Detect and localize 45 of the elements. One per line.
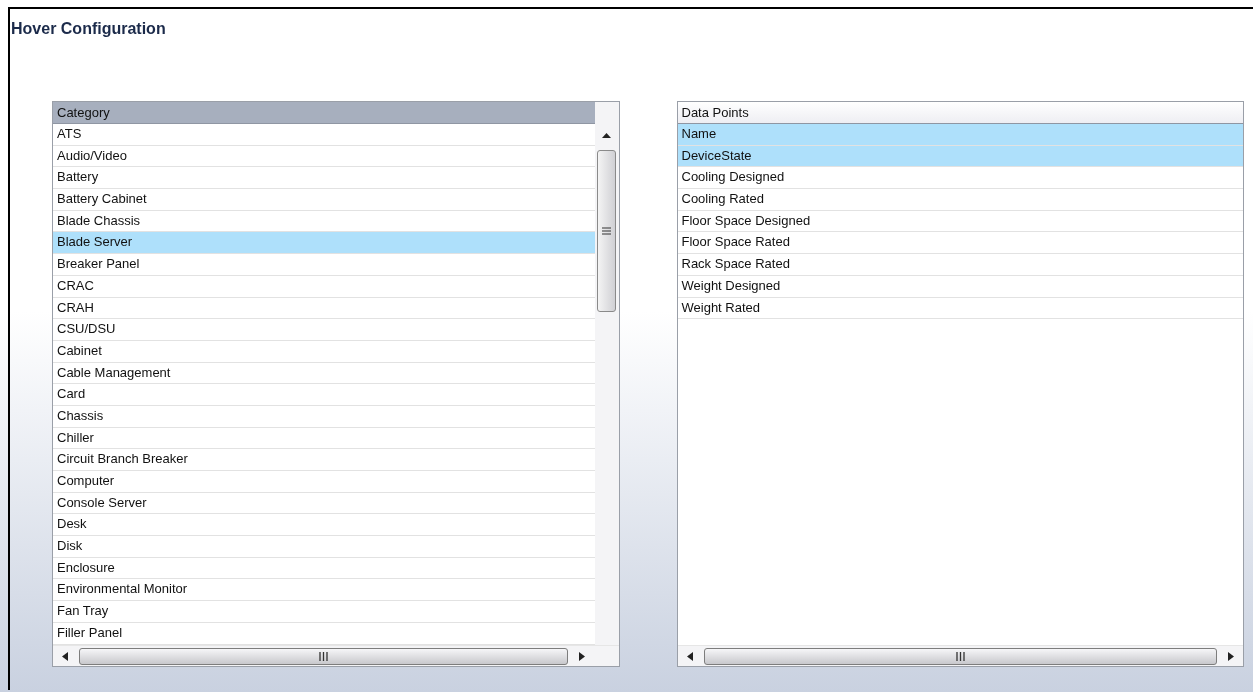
list-item[interactable]: CRAC (53, 275, 595, 298)
page-title: Hover Configuration (10, 19, 167, 39)
grip-icon (318, 651, 328, 661)
scrollbar-thumb[interactable] (79, 647, 568, 665)
list-item[interactable]: DeviceState (677, 145, 1243, 168)
list-item[interactable]: Environmental Monitor (53, 579, 595, 602)
list-item[interactable]: ATS (53, 124, 595, 146)
list-item[interactable]: Blade Server (53, 232, 595, 255)
list-item[interactable]: Desk (53, 514, 595, 537)
list-item[interactable]: Cabinet (53, 340, 595, 363)
list-item[interactable]: Card (53, 384, 595, 406)
list-item[interactable]: Cooling Designed (677, 167, 1243, 190)
left-arrow-icon (686, 651, 693, 661)
list-item[interactable]: Battery (53, 167, 595, 190)
list-item[interactable]: Rack Space Rated (677, 254, 1243, 276)
list-item[interactable]: Weight Rated (677, 297, 1243, 320)
list-item[interactable]: CSU/DSU (53, 319, 595, 341)
list-item[interactable]: Computer (53, 471, 595, 493)
list-item[interactable]: CRAH (53, 297, 595, 320)
grip-icon (602, 227, 611, 235)
list-item[interactable]: Cooling Rated (677, 189, 1243, 211)
right-arrow-icon (1228, 651, 1234, 661)
right-arrow-icon (578, 651, 585, 661)
list-item[interactable]: Breaker Panel (53, 254, 595, 276)
list-item[interactable]: Disk (53, 536, 595, 558)
scrollbar-thumb[interactable] (597, 150, 616, 312)
list-item[interactable]: Battery Cabinet (53, 189, 595, 211)
list-item[interactable]: Audio/Video (53, 145, 595, 168)
list-item[interactable]: Cable Management (53, 362, 595, 385)
grip-icon (955, 651, 965, 661)
list-item[interactable]: Filler Panel (53, 622, 595, 645)
list-item[interactable]: Chiller (53, 427, 595, 450)
list-item[interactable]: Weight Designed (677, 275, 1243, 298)
up-arrow-icon (602, 132, 611, 138)
list-item[interactable]: Circuit Branch Breaker (53, 449, 595, 471)
list-item[interactable]: Fan Tray (53, 601, 595, 623)
column-header[interactable]: Category (53, 102, 595, 124)
list-item[interactable]: Chassis (53, 405, 595, 428)
list-item[interactable]: Console Server (53, 492, 595, 515)
scrollbar-thumb[interactable] (703, 647, 1217, 665)
list-item[interactable]: Name (677, 124, 1243, 146)
list-item[interactable]: Enclosure (53, 557, 595, 580)
list-item[interactable]: Floor Space Designed (677, 210, 1243, 233)
left-arrow-icon (62, 651, 68, 661)
list-item[interactable]: Floor Space Rated (677, 232, 1243, 255)
